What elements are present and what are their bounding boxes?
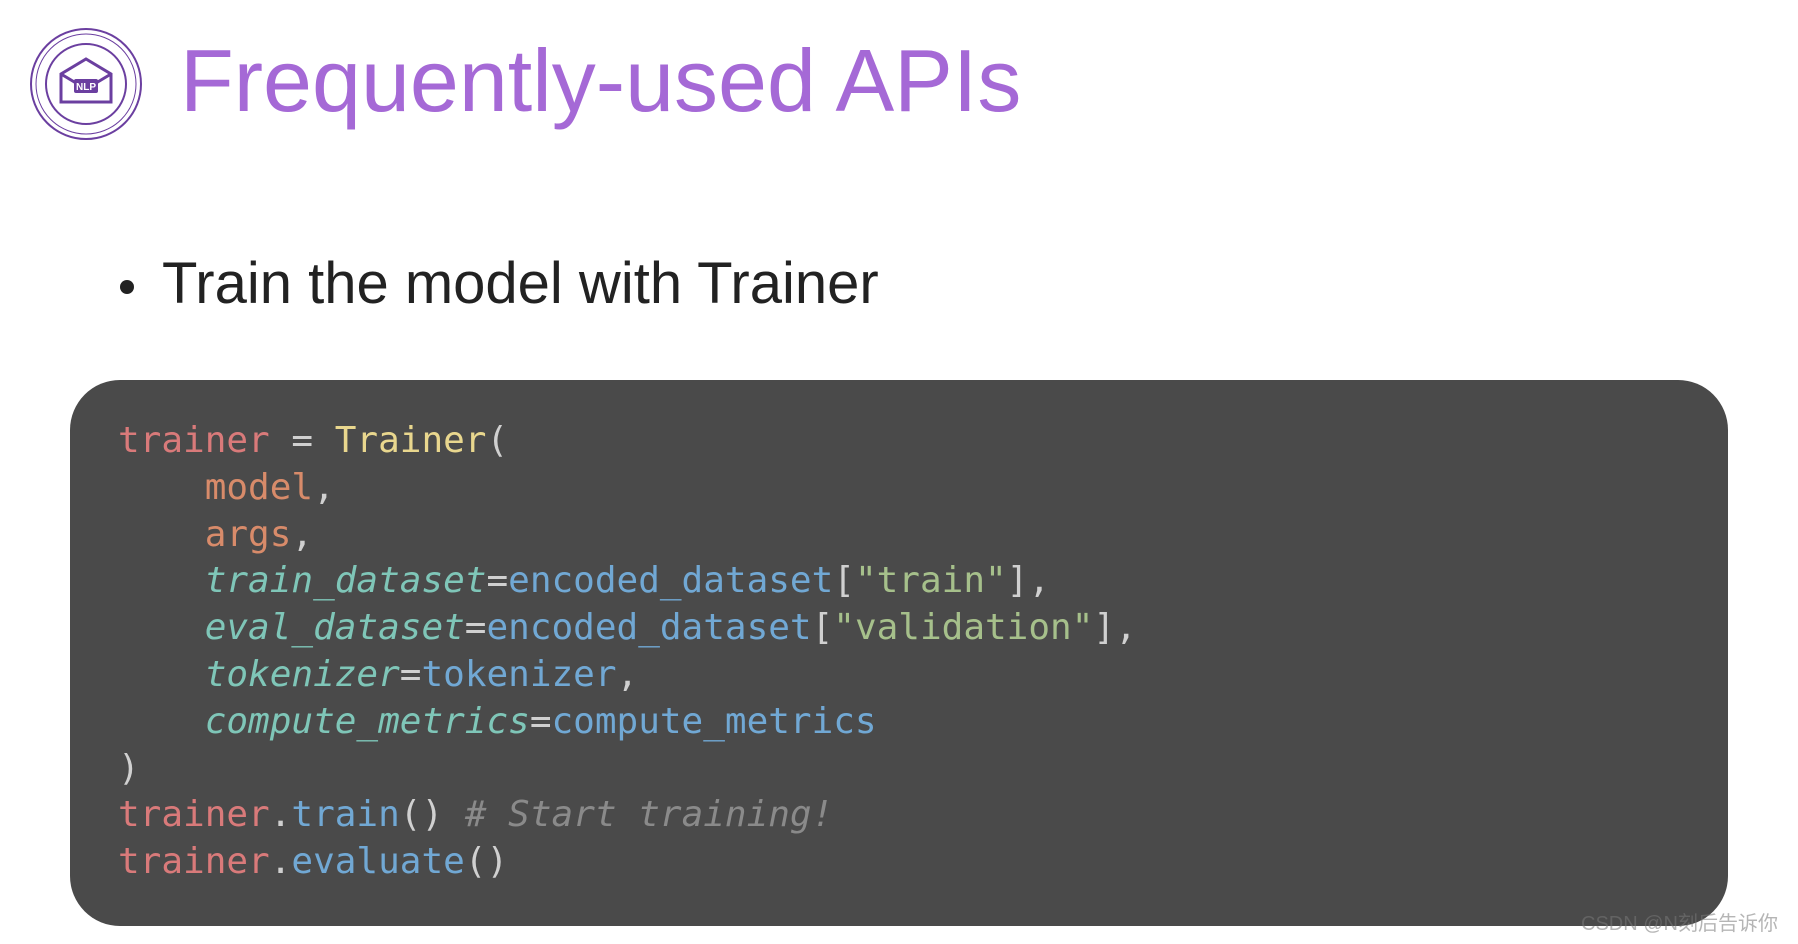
code-token: , <box>313 467 335 508</box>
code-token: encoded_dataset <box>486 607 811 648</box>
bullet-item: Train the model with Trainer <box>120 250 879 317</box>
nlp-logo: NLP <box>26 24 146 149</box>
code-token: "validation" <box>833 607 1093 648</box>
code-token: ) <box>118 748 140 789</box>
code-token: trainer <box>118 420 270 461</box>
code-token <box>118 514 205 555</box>
code-token <box>118 607 205 648</box>
code-token: "train" <box>855 560 1007 601</box>
code-token: eval_dataset <box>205 607 465 648</box>
code-token: . <box>270 794 292 835</box>
code-token <box>118 560 205 601</box>
code-token: trainer <box>118 841 270 882</box>
code-token: , <box>291 514 313 555</box>
code-token: encoded_dataset <box>508 560 833 601</box>
code-content: trainer = Trainer( model, args, train_da… <box>118 418 1680 886</box>
code-token: , <box>617 654 639 695</box>
code-token <box>443 794 465 835</box>
code-token <box>118 467 205 508</box>
watermark: CSDN @N刻后告诉你 <box>1581 907 1778 936</box>
code-comment: # Start training! <box>465 794 833 835</box>
code-token: () <box>465 841 508 882</box>
slide: NLP Frequently-used APIs Train the model… <box>0 0 1798 944</box>
code-token: () <box>400 794 443 835</box>
code-token: ] <box>1007 560 1029 601</box>
code-token: trainer <box>118 794 270 835</box>
code-token: = <box>400 654 422 695</box>
code-token: tokenizer <box>205 654 400 695</box>
code-token: compute_metrics <box>552 701 877 742</box>
code-token: evaluate <box>291 841 464 882</box>
bullet-text: Train the model with Trainer <box>162 250 879 317</box>
slide-title: Frequently-used APIs <box>180 30 1021 132</box>
code-token: [ <box>833 560 855 601</box>
code-token <box>118 654 205 695</box>
code-token: = <box>530 701 552 742</box>
code-token: Trainer <box>335 420 487 461</box>
code-token: train <box>291 794 399 835</box>
code-token: args <box>205 514 292 555</box>
code-token: model <box>205 467 313 508</box>
code-token: compute_metrics <box>205 701 530 742</box>
code-token: ( <box>486 420 508 461</box>
code-token: = <box>465 607 487 648</box>
code-token: . <box>270 841 292 882</box>
bullet-dot-icon <box>120 280 134 294</box>
code-token: = <box>270 420 335 461</box>
code-token: = <box>486 560 508 601</box>
code-token: tokenizer <box>421 654 616 695</box>
code-token: ] <box>1093 607 1115 648</box>
code-block: trainer = Trainer( model, args, train_da… <box>70 380 1728 926</box>
code-token: , <box>1028 560 1050 601</box>
code-token: , <box>1115 607 1137 648</box>
svg-text:NLP: NLP <box>76 82 96 93</box>
code-token: [ <box>812 607 834 648</box>
code-token <box>118 701 205 742</box>
code-token: train_dataset <box>205 560 487 601</box>
